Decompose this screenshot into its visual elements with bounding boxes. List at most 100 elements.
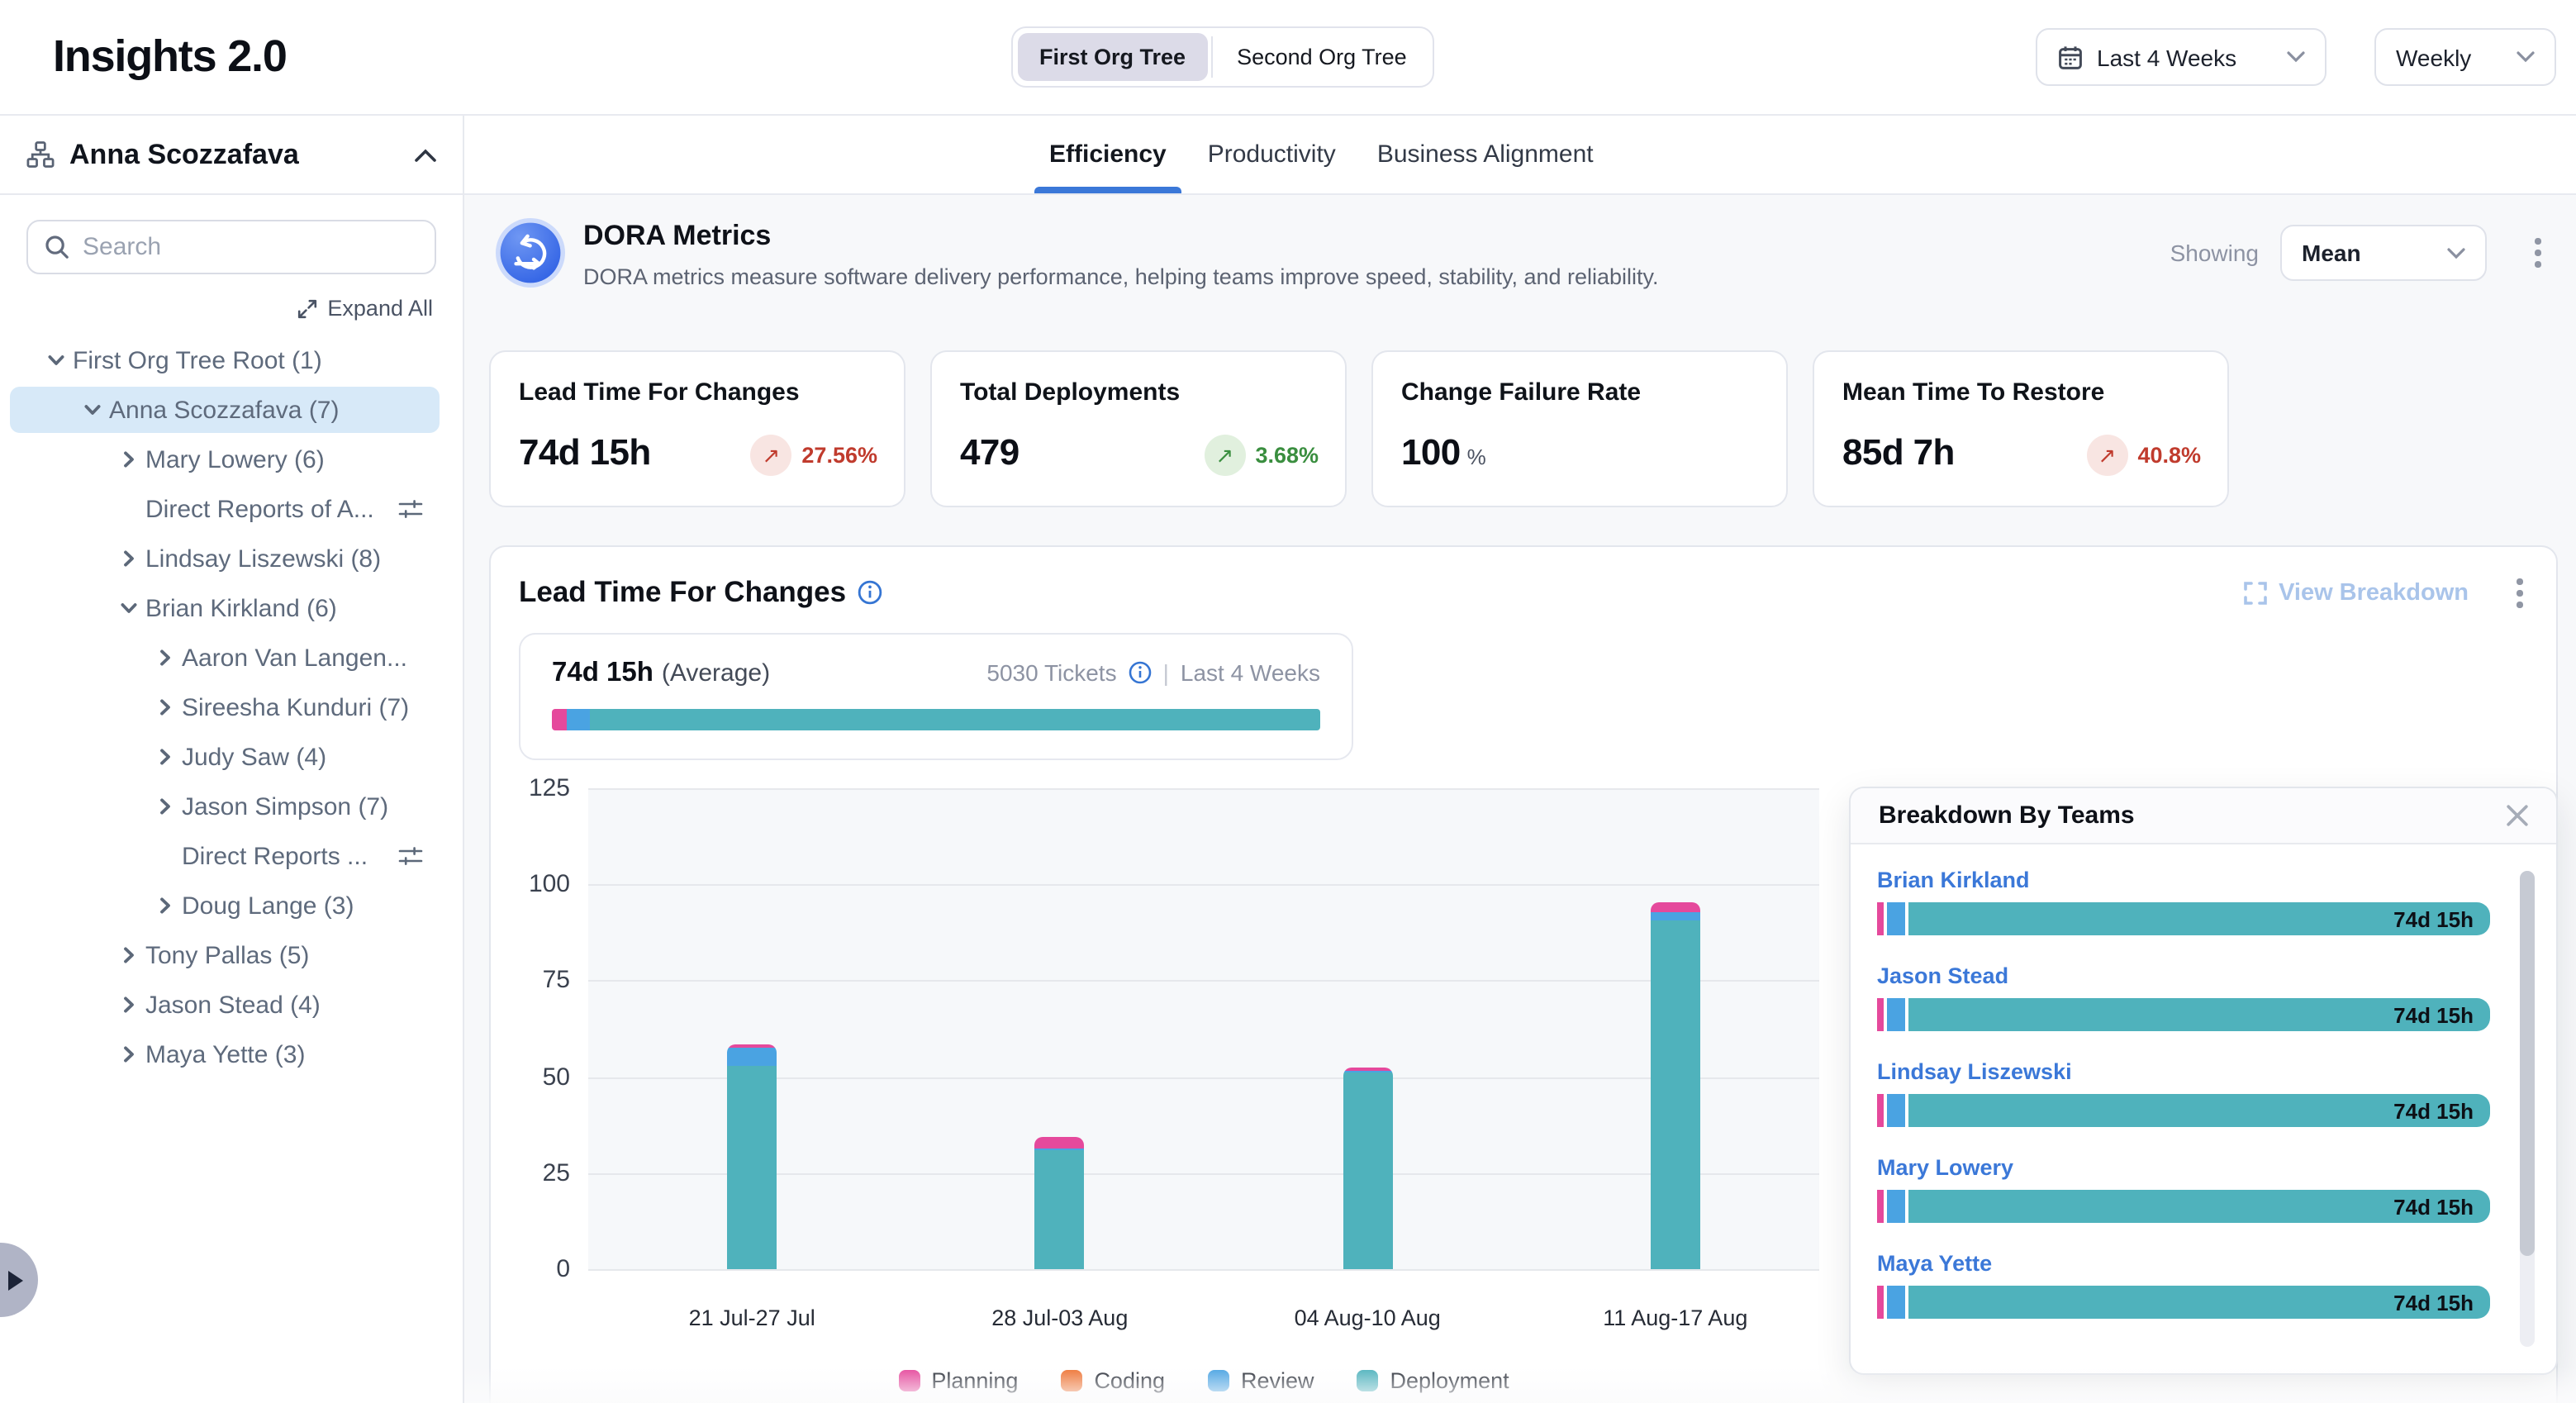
- aggregation-dropdown[interactable]: Mean: [2280, 225, 2487, 281]
- tab-business-alignment[interactable]: Business Alignment: [1377, 116, 1594, 193]
- chevron-right-icon[interactable]: [119, 945, 139, 965]
- bar-segment-planning: [1877, 902, 1884, 935]
- chevron-right-icon[interactable]: [155, 697, 175, 717]
- average-suffix: (Average): [662, 659, 770, 687]
- team-name-link[interactable]: Mary Lowery: [1877, 1155, 2490, 1180]
- stacked-bar[interactable]: [1035, 1137, 1085, 1269]
- granularity-value: Weekly: [2396, 44, 2503, 70]
- avg-segment-deployment: [590, 709, 1320, 730]
- tree-item-judy-saw-4[interactable]: Judy Saw (4): [0, 732, 463, 782]
- chevron-right-icon[interactable]: [155, 648, 175, 668]
- tree-item-brian-kirkland-6[interactable]: Brian Kirkland (6): [0, 583, 463, 633]
- tree-item-first-org-tree-root-1[interactable]: First Org Tree Root (1): [0, 335, 463, 385]
- bar-segment-deployment: 74d 15h: [1908, 1094, 2490, 1127]
- search-input[interactable]: [83, 233, 418, 261]
- breakdown-header: Breakdown By Teams: [1851, 788, 2556, 844]
- chevron-right-icon[interactable]: [119, 1044, 139, 1064]
- toggle-second-org-tree[interactable]: Second Org Tree: [1215, 33, 1428, 81]
- tree-item-direct-reports-of-a[interactable]: Direct Reports of A...: [0, 484, 463, 534]
- close-icon[interactable]: [2507, 805, 2528, 826]
- legend-item-review[interactable]: Review: [1208, 1368, 1314, 1393]
- bar-segment-deployment: [1035, 1150, 1085, 1269]
- metric-title: Total Deployments: [960, 378, 1317, 407]
- chevron-right-icon[interactable]: [119, 449, 139, 469]
- tab-bar: Efficiency Productivity Business Alignment: [464, 116, 2576, 195]
- bar-segment-deployment: 74d 15h: [1908, 998, 2490, 1031]
- bar-segment-review: [1887, 998, 1905, 1031]
- gridline: [588, 884, 1819, 886]
- tree-item-jason-simpson-7[interactable]: Jason Simpson (7): [0, 782, 463, 831]
- chevron-right-icon[interactable]: [119, 549, 139, 568]
- breakdown-scrollbar-thumb[interactable]: [2520, 871, 2535, 1256]
- team-phase-bar: 74d 15h: [1877, 1286, 2490, 1319]
- tree-item-label: Anna Scozzafava (7): [109, 396, 340, 424]
- tree-item-tony-pallas-5[interactable]: Tony Pallas (5): [0, 930, 463, 980]
- average-range: Last 4 Weeks: [1181, 659, 1320, 686]
- metric-card-mean-time-to-restore: Mean Time To Restore85d 7h ↗ 40.8%: [1813, 350, 2229, 507]
- tree-item-aaron-van-langen[interactable]: Aaron Van Langen...: [0, 633, 463, 682]
- team-name-link[interactable]: Brian Kirkland: [1877, 868, 2490, 892]
- chevron-right-icon[interactable]: [155, 896, 175, 916]
- tree-item-lindsay-liszewski-8[interactable]: Lindsay Liszewski (8): [0, 534, 463, 583]
- team-name-link[interactable]: Jason Stead: [1877, 963, 2490, 988]
- legend-item-coding[interactable]: Coding: [1061, 1368, 1165, 1393]
- stacked-bar[interactable]: [1651, 901, 1700, 1269]
- chevron-down-icon[interactable]: [119, 598, 139, 618]
- breakdown-scrollbar[interactable]: [2520, 871, 2535, 1347]
- tree-item-jason-stead-4[interactable]: Jason Stead (4): [0, 980, 463, 1030]
- tree-item-label: Aaron Van Langen...: [182, 644, 407, 672]
- tree-item-mary-lowery-6[interactable]: Mary Lowery (6): [0, 435, 463, 484]
- sidebar-collapse-handle[interactable]: [0, 1243, 38, 1317]
- dora-sprint-icon: [496, 218, 565, 288]
- granularity-dropdown[interactable]: Weekly: [2374, 28, 2556, 86]
- tree-item-doug-lange-3[interactable]: Doug Lange (3): [0, 881, 463, 930]
- tab-productivity[interactable]: Productivity: [1208, 116, 1336, 193]
- chevron-right-icon[interactable]: [119, 995, 139, 1015]
- chevron-down-icon[interactable]: [46, 350, 66, 370]
- metric-title: Change Failure Rate: [1401, 378, 1758, 407]
- tree-item-sireesha-kunduri-7[interactable]: Sireesha Kunduri (7): [0, 682, 463, 732]
- stacked-bar[interactable]: [1343, 1068, 1392, 1269]
- sidebar-header[interactable]: Anna Scozzafava: [0, 116, 463, 195]
- tree-item-direct-reports[interactable]: Direct Reports ...: [0, 831, 463, 881]
- tab-efficiency[interactable]: Efficiency: [1049, 116, 1167, 193]
- legend-label: Deployment: [1390, 1368, 1509, 1393]
- chevron-up-icon[interactable]: [415, 148, 436, 161]
- view-breakdown-button[interactable]: View Breakdown: [2244, 580, 2469, 606]
- filter-sliders-icon[interactable]: [398, 844, 423, 868]
- dora-menu-button[interactable]: [2523, 239, 2553, 268]
- metric-delta-value: 40.8%: [2137, 443, 2201, 468]
- chevron-down-icon[interactable]: [83, 400, 102, 420]
- dora-controls: Showing Mean: [2170, 225, 2553, 281]
- aggregation-value: Mean: [2302, 240, 2434, 266]
- legend-swatch: [1061, 1370, 1082, 1391]
- toggle-first-org-tree[interactable]: First Org Tree: [1018, 33, 1207, 81]
- average-value: 74d 15h: [552, 658, 654, 689]
- gridline: [588, 981, 1819, 982]
- dora-header: DORA Metrics DORA metrics measure softwa…: [464, 218, 2576, 317]
- chevron-right-icon[interactable]: [155, 747, 175, 767]
- legend-item-deployment[interactable]: Deployment: [1357, 1368, 1509, 1393]
- date-range-dropdown[interactable]: Last 4 Weeks: [2036, 28, 2326, 86]
- tree-item-maya-yette-3[interactable]: Maya Yette (3): [0, 1030, 463, 1079]
- bar-segment-review: [727, 1048, 777, 1065]
- expand-all-button[interactable]: Expand All: [0, 296, 433, 321]
- showing-label: Showing: [2170, 240, 2259, 266]
- filter-sliders-icon[interactable]: [398, 497, 423, 521]
- team-name-link[interactable]: Maya Yette: [1877, 1251, 2490, 1276]
- stacked-bar[interactable]: [727, 1044, 777, 1269]
- info-icon[interactable]: [858, 580, 882, 605]
- info-icon[interactable]: [1129, 661, 1152, 684]
- tree-item-anna-scozzafava-7[interactable]: Anna Scozzafava (7): [0, 385, 463, 435]
- tree-item-label: Doug Lange (3): [182, 892, 354, 920]
- bar-segment-deployment: [1651, 921, 1700, 1269]
- breakdown-row-mary-lowery: Mary Lowery 74d 15h: [1877, 1155, 2490, 1223]
- x-axis-label: 04 Aug-10 Aug: [1235, 1306, 1499, 1330]
- fullscreen-icon: [2244, 582, 2267, 605]
- legend-item-planning[interactable]: Planning: [898, 1368, 1018, 1393]
- chevron-right-icon[interactable]: [155, 797, 175, 816]
- bar-segment-deployment: 74d 15h: [1908, 1286, 2490, 1319]
- team-name-link[interactable]: Lindsay Liszewski: [1877, 1059, 2490, 1084]
- app-window: Insights 2.0 First Org Tree Second Org T…: [0, 0, 2576, 1403]
- lead-time-menu-button[interactable]: [2505, 578, 2535, 607]
